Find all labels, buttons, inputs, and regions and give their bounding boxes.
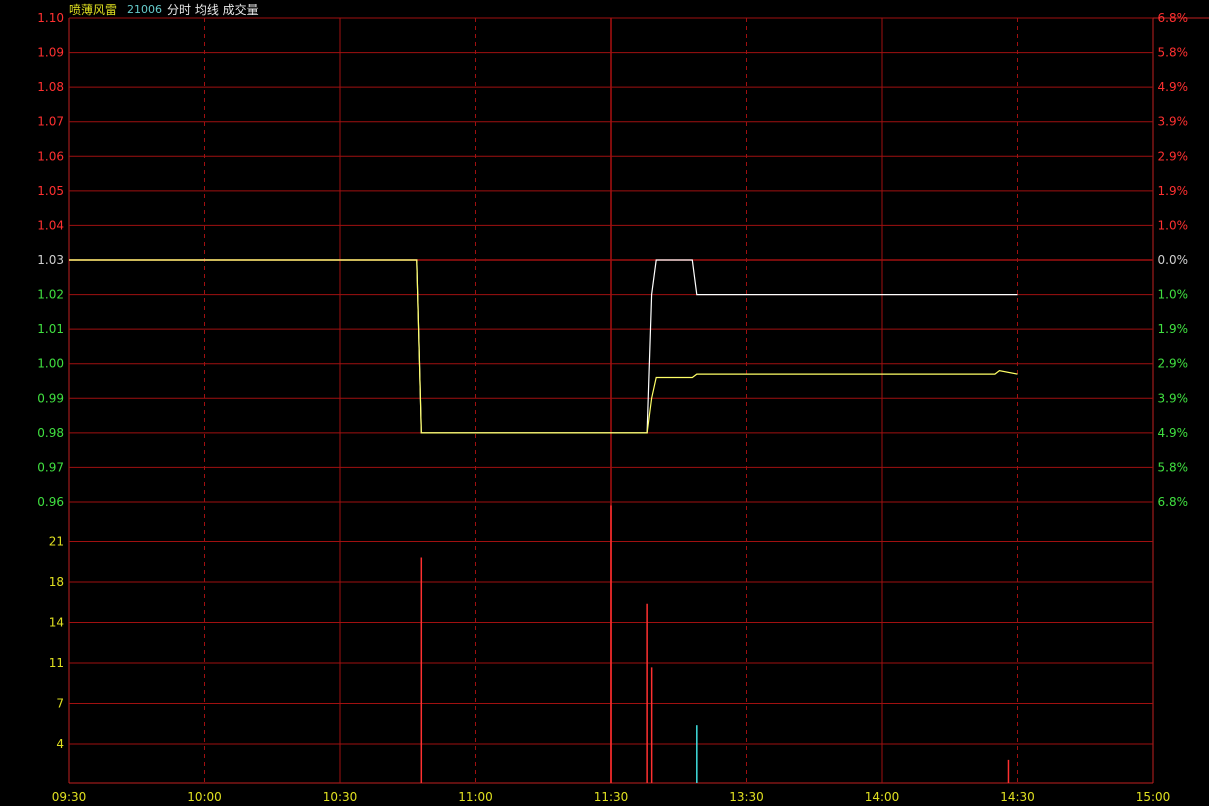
price-tick-label: 0.98 <box>37 426 64 440</box>
price-tick-label: 1.01 <box>37 322 64 336</box>
pct-tick-label: 1.9% <box>1158 322 1189 336</box>
axis-labels: 1.10 6.8% 1.09 5.8% 1.08 4.9% 1.07 3.9% 1.06 2.9%… <box>37 11 1188 804</box>
time-tick-label: 10:00 <box>187 790 222 804</box>
pct-tick-label: 6.8% <box>1158 495 1189 509</box>
pct-tick-label: 5.8% <box>1158 460 1189 474</box>
price-tick-label: 1.03 <box>37 253 64 267</box>
volume-bars <box>420 505 1010 783</box>
time-tick-label: 11:30 <box>594 790 629 804</box>
time-tick-label: 14:30 <box>1000 790 1035 804</box>
pct-tick-label: 3.9% <box>1158 115 1189 129</box>
time-tick-label: 14:00 <box>865 790 900 804</box>
pct-tick-label: 4.9% <box>1158 80 1189 94</box>
price-tick-label: 0.96 <box>37 495 64 509</box>
time-tick-label: 09:30 <box>52 790 87 804</box>
price-tick-label: 1.09 <box>37 46 64 60</box>
price-tick-label: 1.04 <box>37 218 64 232</box>
pct-tick-label: 1.9% <box>1158 184 1189 198</box>
volume-tick-label: 14 <box>49 616 64 630</box>
intraday-chart: 1.10 6.8% 1.09 5.8% 1.08 4.9% 1.07 3.9% 1.06 2.9%… <box>37 11 1209 804</box>
price-tick-label: 1.06 <box>37 149 64 163</box>
pct-tick-label: 1.0% <box>1158 288 1189 302</box>
time-tick-label: 11:00 <box>458 790 493 804</box>
pct-tick-label: 3.9% <box>1158 391 1189 405</box>
price-tick-label: 1.00 <box>37 357 64 371</box>
price-lines <box>69 259 1018 434</box>
volume-tick-label: 21 <box>49 535 64 549</box>
pct-tick-label: 2.9% <box>1158 149 1189 163</box>
grid <box>68 17 1209 784</box>
volume-tick-label: 4 <box>56 737 64 751</box>
pct-tick-label: 4.9% <box>1158 426 1189 440</box>
volume-tick-label: 7 <box>56 697 64 711</box>
price-tick-label: 1.02 <box>37 288 64 302</box>
price-tick-label: 1.10 <box>37 11 64 25</box>
time-tick-label: 10:30 <box>323 790 358 804</box>
average-line <box>69 259 1018 434</box>
pct-tick-label: 0.0% <box>1158 253 1189 267</box>
pct-tick-label: 5.8% <box>1158 46 1189 60</box>
pct-tick-label: 1.0% <box>1158 218 1189 232</box>
price-tick-label: 1.05 <box>37 184 64 198</box>
time-tick-label: 13:30 <box>729 790 764 804</box>
volume-tick-label: 11 <box>49 656 64 670</box>
price-tick-label: 1.08 <box>37 80 64 94</box>
price-line <box>69 259 1018 434</box>
price-tick-label: 1.07 <box>37 115 64 129</box>
price-tick-label: 0.97 <box>37 460 64 474</box>
pct-tick-label: 2.9% <box>1158 357 1189 371</box>
time-tick-label: 15:00 <box>1136 790 1171 804</box>
pct-tick-label: 6.8% <box>1158 11 1189 25</box>
volume-tick-label: 18 <box>49 575 64 589</box>
price-tick-label: 0.99 <box>37 391 64 405</box>
